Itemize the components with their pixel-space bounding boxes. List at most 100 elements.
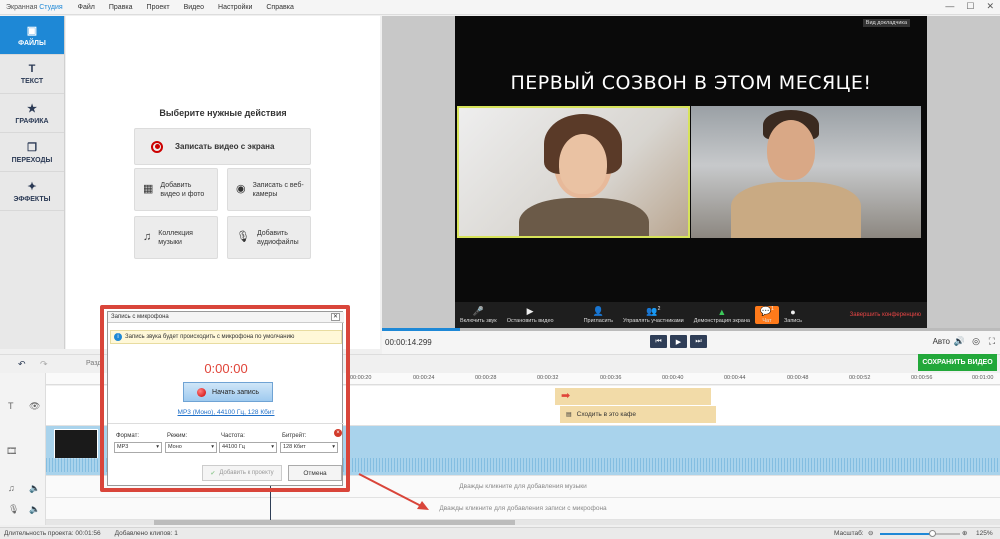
quality-auto[interactable]: Авто [933,337,950,346]
bitrate-select[interactable]: 128 Кбит ▾ [280,442,338,453]
status-bar: Длительность проекта: 00:01:56 Добавлено… [0,527,1000,539]
add-to-project-button[interactable]: ✔ Добавить к проекту [202,465,282,481]
menu-help[interactable]: Справка [259,4,300,11]
participants-icon: 👥2 [646,306,661,316]
mode-label: Режим: [167,433,188,439]
dialog-info-banner: i Запись звука будет происходить с микро… [110,330,342,344]
menu-project[interactable]: Проект [140,4,177,11]
tab-graphics[interactable]: ★ ГРАФИКА [0,94,64,133]
mute-button[interactable]: 🎤 Включить звук [455,306,502,324]
star-icon: ★ [27,102,37,115]
progress-bar[interactable] [382,328,1000,331]
redo-icon[interactable]: ↷ [40,359,48,370]
participant-man [691,106,921,238]
reset-settings-icon[interactable]: × [334,429,342,437]
ruler-tick: 00:00:36 [600,375,622,381]
tab-files[interactable]: ▣ ФАЙЛЫ [0,16,64,55]
invite-button[interactable]: 👤 Пригласить [579,306,618,324]
menu-file[interactable]: Файл [71,4,102,11]
mic-track-icon: 🎙 [8,504,20,514]
zoom-in-icon[interactable]: ⊕ [962,529,967,537]
mic-hint: Дважды кликните для добавления записи с … [439,505,607,512]
film-icon: ▦ [143,183,154,195]
webcam-button[interactable]: ◉ Записать с веб-камеры [227,168,311,211]
video-track-icon: 🎞 [6,446,18,456]
zoom-value: 125% [976,530,993,537]
arrow-clip[interactable]: ➡ [555,388,711,405]
ruler-tick: 00:01:00 [972,375,994,381]
actions-panel: Выберите нужные действия Записать видео … [66,16,380,349]
check-icon: ✔ [210,470,216,477]
zoom-knob[interactable] [929,530,936,537]
record-icon [151,140,163,153]
scrollbar-thumb[interactable] [154,520,515,525]
start-recording-button[interactable]: Начать запись [183,382,273,402]
record-dot-icon [197,387,207,397]
end-conference-button[interactable]: Завершить конференцию [850,312,927,318]
speaker-icon[interactable]: 🔈 [29,504,40,515]
add-video-button[interactable]: ▦ Добавить видео и фото [134,168,218,211]
divider [108,423,344,424]
tab-effects[interactable]: ✦ ЭФФЕКТЫ [0,172,64,211]
zoom-label: Масштаб: [834,530,864,537]
speaker-view-toggle[interactable]: Вид докладчика [862,19,910,27]
record-icon: ● [790,306,796,317]
snapshot-icon[interactable]: ◎ [972,336,980,347]
text-icon: T [28,63,36,75]
cancel-button[interactable]: Отмена [288,465,342,481]
stop-video-button[interactable]: ▶ Остановить видео [502,306,559,324]
window-controls: — ☐ ✕ [945,1,994,12]
volume-icon[interactable]: 🔊 [954,336,965,347]
share-icon: ▲ [717,306,727,317]
mode-select[interactable]: Моно ▾ [165,442,217,453]
text-track-icon: T [8,401,14,411]
menu-video[interactable]: Видео [177,4,211,11]
video-clip-thumbnail[interactable] [54,429,98,459]
record-timer: 0:00:00 [204,361,248,376]
bitrate-label: Битрейт: [282,433,307,439]
menu-settings[interactable]: Настройки [211,4,259,11]
manage-participants-button[interactable]: 👥2 Управлять участниками [618,306,689,324]
transitions-icon: ❐ [27,141,37,154]
close-button[interactable]: ✕ [986,1,994,12]
chat-button[interactable]: 💬1 Чат [754,306,779,324]
project-duration: 00:01:56 [75,530,101,537]
zoom-out-icon[interactable]: ⊖ [868,529,873,537]
music-icon: ♫ [143,231,152,243]
text-clip[interactable]: ▤ Сходить в это кафе [560,406,716,423]
save-video-button[interactable]: СОХРАНИТЬ ВИДЕО [918,354,997,371]
record-screen-button[interactable]: Записать видео с экрана [134,128,311,165]
video-title: ПЕРВЫЙ СОЗВОН В ЭТОМ МЕСЯЦЕ! [510,72,872,94]
conference-toolbar: 🎤 Включить звук ▶ Остановить видео 👤 Пригла… [455,302,927,328]
record-button[interactable]: ● Запись [779,307,807,324]
info-icon: i [114,333,122,341]
tab-text[interactable]: T ТЕКСТ [0,55,64,94]
next-button[interactable]: ⏭ [690,335,707,348]
maximize-button[interactable]: ☐ [966,1,974,12]
minimize-button[interactable]: — [945,1,954,12]
fullscreen-icon[interactable]: ⛶ [989,336,995,347]
ruler-tick: 00:00:44 [724,375,746,381]
format-select[interactable]: MP3 ▾ [114,442,162,453]
mic-track[interactable]: Дважды кликните для добавления записи с … [46,498,1000,520]
zoom-fill [880,533,932,535]
chevron-down-icon: ▾ [332,444,335,450]
add-audio-button[interactable]: 🎙 Добавить аудиофайлы [227,216,311,259]
audio-settings-link[interactable]: MP3 (Моно), 44100 Гц, 128 Кбит [108,409,344,416]
play-button[interactable]: ▶ [670,335,687,348]
participant-woman [457,106,690,238]
frequency-select[interactable]: 44100 Гц ▾ [219,442,277,453]
ruler-tick: 00:00:24 [413,375,435,381]
dialog-close-button[interactable]: ✕ [331,313,340,321]
microphone-icon: 🎙 [236,231,250,243]
undo-icon[interactable]: ↶ [18,359,26,370]
left-tabs: ▣ ФАЙЛЫ T ТЕКСТ ★ ГРАФИКА ❐ ПЕРЕХОДЫ ✦ Э… [0,16,65,349]
speaker-icon[interactable]: 🔈 [29,483,40,494]
eye-icon[interactable]: 👁 [29,401,40,412]
menu-edit[interactable]: Правка [102,4,140,11]
tab-transitions[interactable]: ❐ ПЕРЕХОДЫ [0,133,64,172]
prev-button[interactable]: ⏮ [650,335,667,348]
ruler-tick: 00:00:20 [350,375,372,381]
share-screen-button[interactable]: ▲ Демонстрация экрана [689,307,755,324]
music-collection-button[interactable]: ♫ Коллекция музыки [134,216,218,259]
